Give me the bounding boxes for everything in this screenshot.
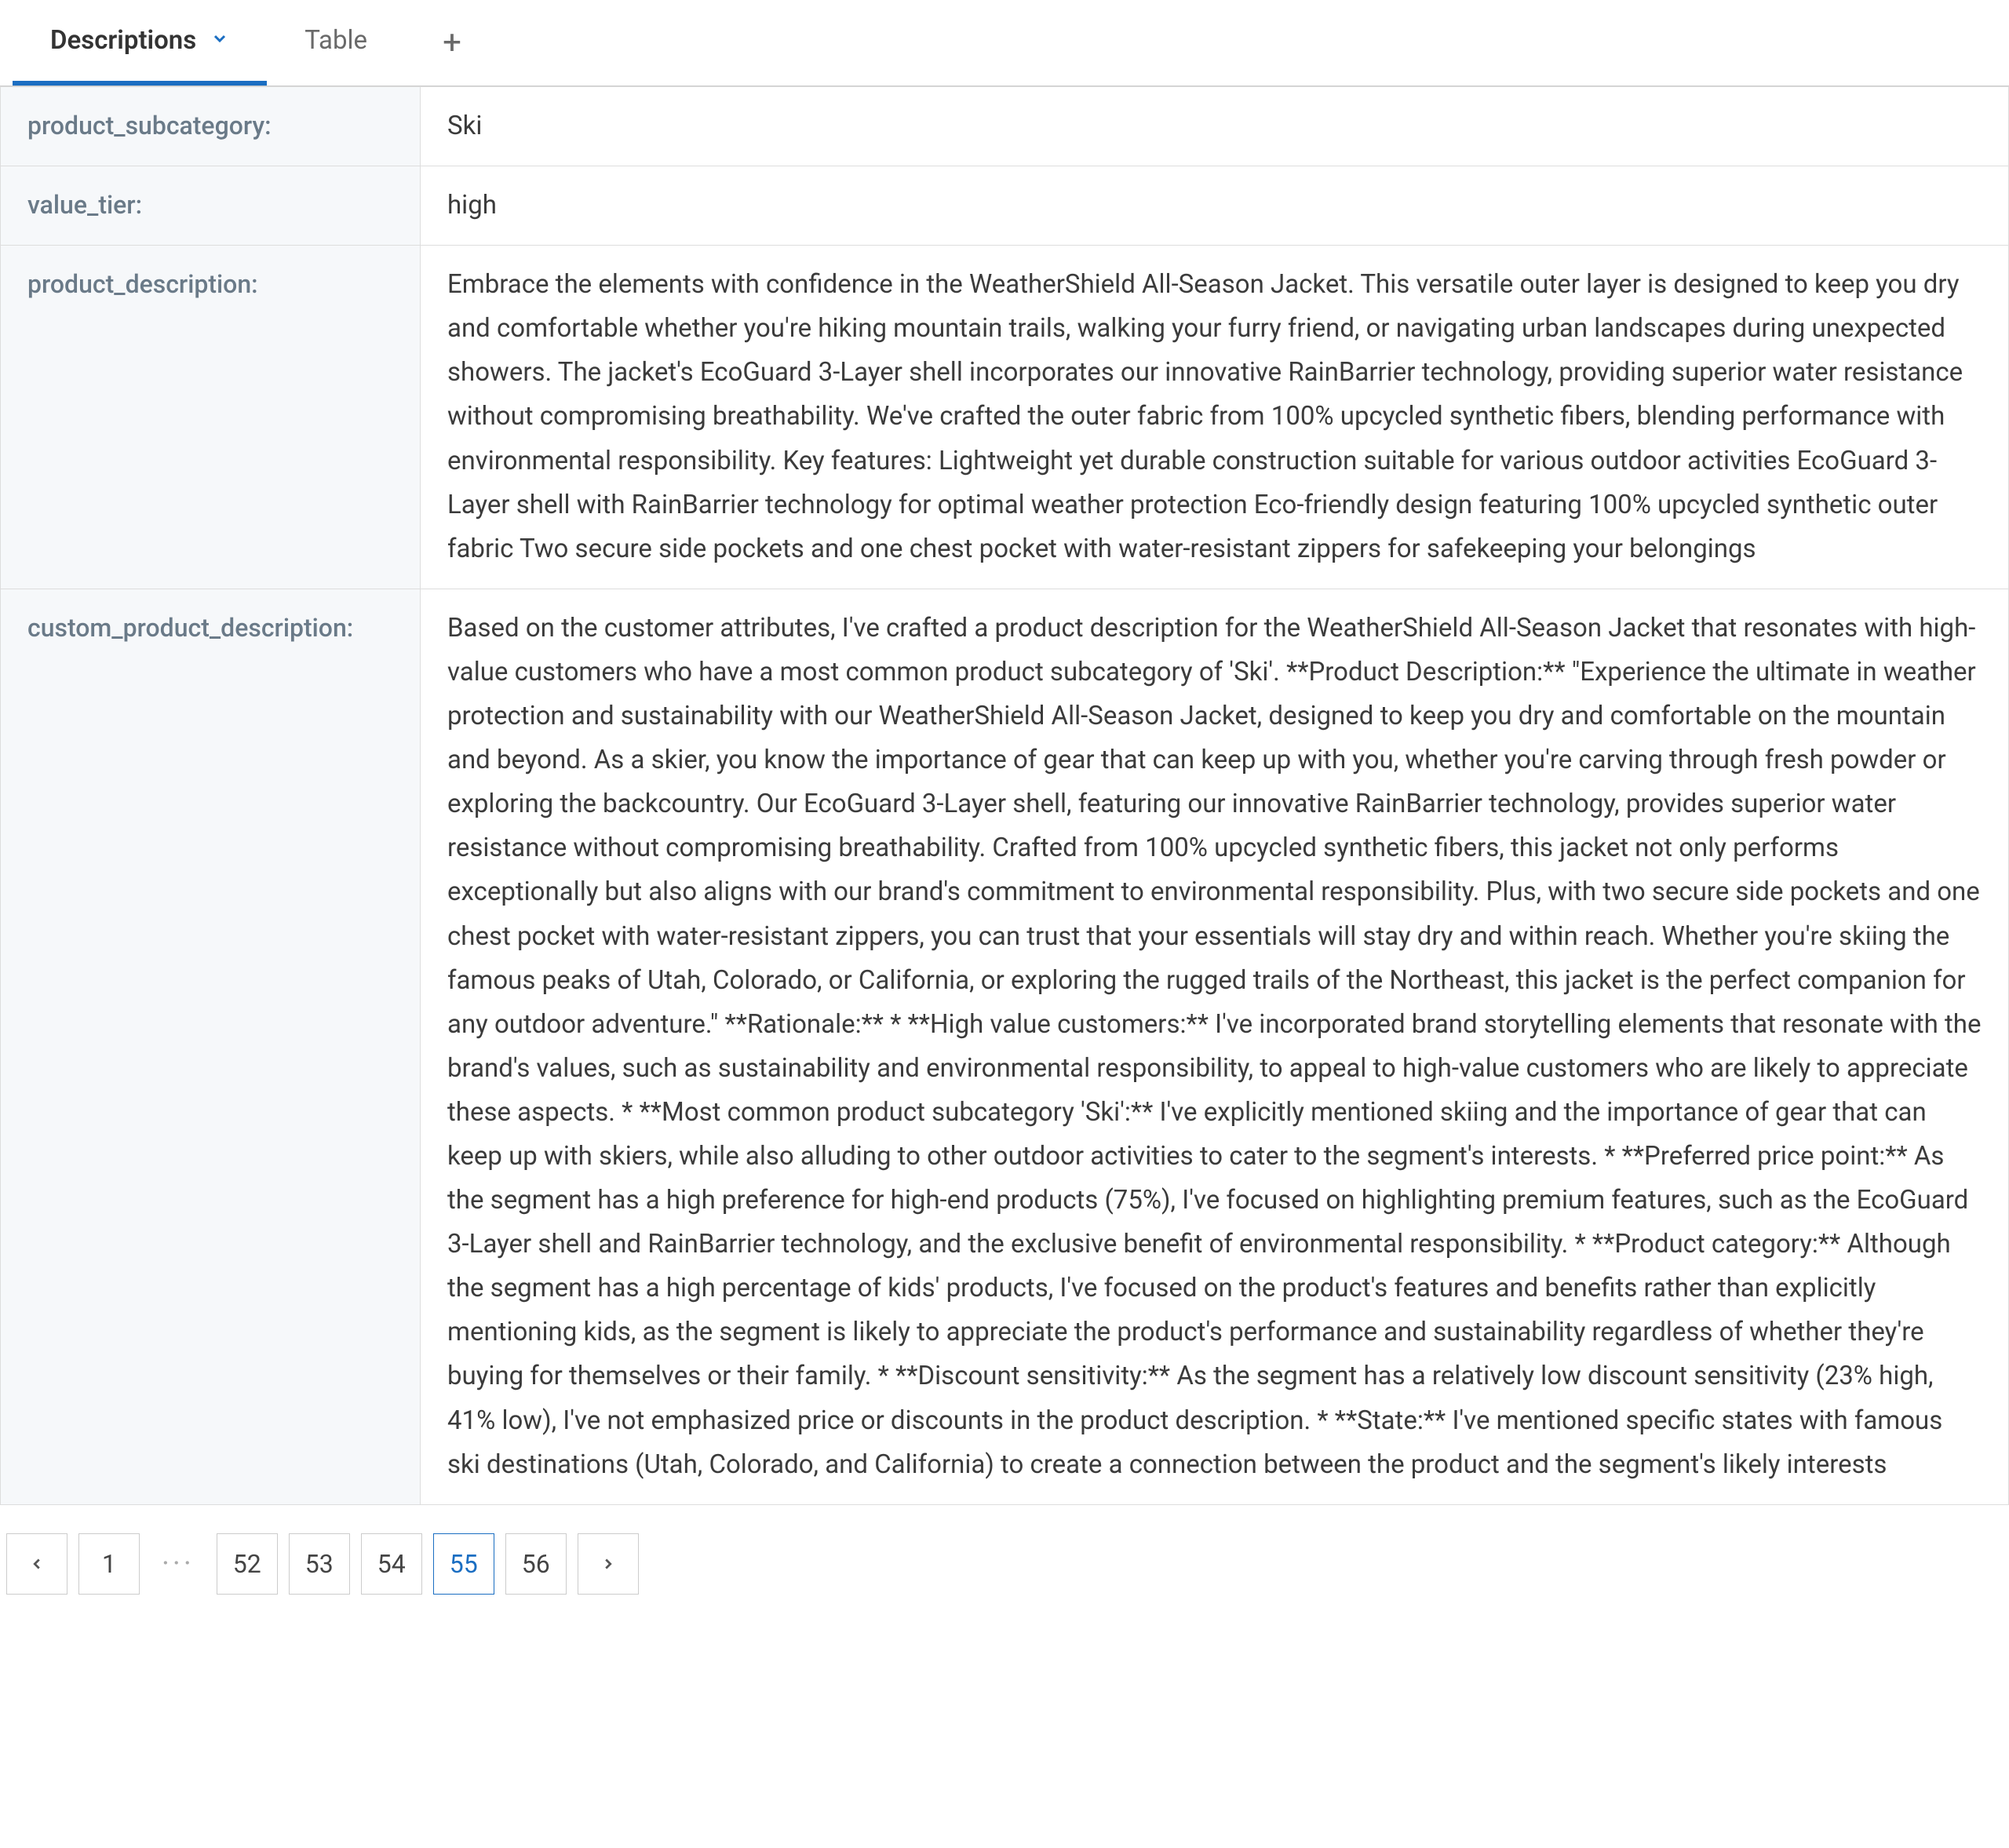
field-label: product_description:	[1, 246, 421, 589]
page-number-button[interactable]: 53	[289, 1533, 350, 1595]
page-number-button[interactable]: 54	[361, 1533, 422, 1595]
table-row: product_subcategory: Ski	[1, 87, 2009, 166]
add-tab-button[interactable]: +	[405, 0, 499, 86]
table-row: custom_product_description: Based on the…	[1, 589, 2009, 1504]
chevron-down-icon[interactable]	[210, 27, 229, 53]
page-number-button[interactable]: 1	[78, 1533, 140, 1595]
plus-icon: +	[443, 24, 461, 62]
field-value: high	[421, 166, 2009, 246]
tab-label: Descriptions	[50, 25, 196, 56]
data-table: product_subcategory: Ski value_tier: hig…	[0, 86, 2009, 1505]
page-number-button[interactable]: 52	[217, 1533, 278, 1595]
tab-label: Table	[304, 25, 367, 56]
main-container: Descriptions Table + product_subcategory…	[0, 0, 2009, 1623]
page-next-button[interactable]	[578, 1533, 639, 1595]
table-row: product_description: Embrace the element…	[1, 246, 2009, 589]
field-value: Embrace the elements with confidence in …	[421, 246, 2009, 589]
field-value: Based on the customer attributes, I've c…	[421, 589, 2009, 1504]
page-ellipsis: ···	[151, 1547, 206, 1581]
table-row: value_tier: high	[1, 166, 2009, 246]
pagination: 1 ··· 52 53 54 55 56	[0, 1505, 2009, 1623]
tab-bar: Descriptions Table +	[0, 0, 2009, 86]
page-prev-button[interactable]	[6, 1533, 67, 1595]
tab-descriptions[interactable]: Descriptions	[13, 0, 267, 86]
tab-table[interactable]: Table	[267, 0, 405, 86]
field-value: Ski	[421, 87, 2009, 166]
field-label: custom_product_description:	[1, 589, 421, 1504]
page-number-button[interactable]: 56	[505, 1533, 567, 1595]
field-label: product_subcategory:	[1, 87, 421, 166]
page-number-current[interactable]: 55	[433, 1533, 494, 1595]
field-label: value_tier:	[1, 166, 421, 246]
